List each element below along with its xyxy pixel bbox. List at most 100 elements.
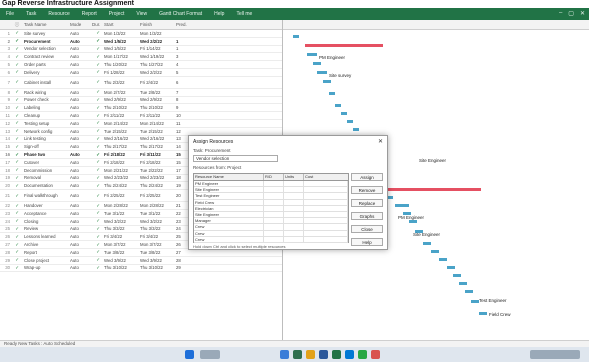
table-row[interactable]: 4 ✓ Contract review Auto ✓ Mon 1/17/22 Wed 1/1… [0, 53, 282, 62]
gantt-summary-bar[interactable] [379, 188, 481, 191]
gantt-bar[interactable] [465, 290, 473, 293]
close-icon[interactable]: ✕ [580, 10, 585, 17]
close-button[interactable]: Close [351, 225, 383, 233]
resource-cell [264, 211, 284, 218]
task-finish: Tue 2/22/22 [140, 167, 163, 173]
status-bar: Ready New Tasks : Auto Scheduled [0, 340, 589, 347]
table-row[interactable]: 2 ✓ Procurement Auto ✓ Wed 1/5/22 Wed 2/2/22 1 [0, 38, 282, 46]
task-finish: Fri 2/25/22 [140, 193, 161, 199]
dialog-close-icon[interactable]: ✕ [378, 138, 383, 145]
gantt-bar[interactable] [323, 80, 331, 83]
system-tray[interactable] [530, 350, 580, 359]
task-finish: Fri 1/14/22 [140, 46, 161, 52]
col-start[interactable]: Start [104, 22, 140, 27]
replace-button[interactable]: Replace [351, 199, 383, 207]
table-row[interactable]: 30 ✓ Wrap-up Auto ✓ Thu 3/10/22 Thu 3/10/22 29 [0, 265, 282, 273]
app-icon[interactable] [371, 350, 380, 359]
table-row[interactable]: 7 ✓ Cabinet install Auto ✓ Thu 2/3/22 Fri 2/4/… [0, 77, 282, 89]
col-duration[interactable]: Dur. [92, 22, 104, 27]
gantt-bar[interactable] [347, 120, 353, 123]
gantt-summary-bar[interactable] [305, 44, 383, 47]
table-row[interactable]: 5 ✓ Order parts Auto ✓ Thu 1/20/22 Thu 1/27/22… [0, 61, 282, 69]
task-finish: Wed 2/23/22 [140, 175, 165, 181]
gantt-bar[interactable] [447, 266, 455, 269]
app-icon[interactable] [293, 350, 302, 359]
gantt-bar[interactable] [335, 104, 341, 107]
task-flag-icon: ✓ [96, 159, 100, 165]
task-finish: Thu 1/27/22 [140, 62, 163, 68]
search-icon[interactable] [200, 350, 220, 359]
gantt-bar[interactable] [459, 282, 467, 285]
gantt-bar[interactable] [329, 92, 335, 95]
row-number: 8 [7, 89, 10, 95]
minimize-icon[interactable]: – [559, 10, 562, 17]
assign-button[interactable]: Assign [351, 173, 383, 181]
ribbon-tab-task[interactable]: Task [26, 11, 36, 17]
row-number: 28 [5, 249, 10, 255]
col-pred[interactable]: Pred. [176, 22, 190, 27]
ribbon-bar: File Task Resource Report Project View G… [0, 8, 589, 20]
folder-icon[interactable] [306, 350, 315, 359]
gantt-bar[interactable] [453, 274, 461, 277]
gantt-bar[interactable] [439, 258, 447, 261]
ribbon-search[interactable]: Tell me [236, 11, 252, 17]
ribbon-tab-view[interactable]: View [136, 11, 147, 17]
graphs-button[interactable]: Graphs [351, 212, 383, 220]
task-mode: Auto [70, 183, 79, 189]
table-row[interactable]: 1 ✓ Site survey Auto ✓ Mon 1/3/22 Mon 1/3/22 [0, 30, 282, 38]
gantt-bar[interactable] [409, 220, 417, 223]
ribbon-tab-format[interactable]: Gantt Chart Format [159, 11, 202, 17]
gantt-bar[interactable] [479, 312, 487, 315]
gantt-bar[interactable] [317, 71, 327, 74]
ribbon-tab-report[interactable]: Report [82, 11, 97, 17]
gantt-bar[interactable] [293, 35, 299, 38]
gantt-bar[interactable] [341, 112, 347, 115]
table-row[interactable]: 9 ✓ Power check Auto ✓ Wed 2/9/22 Wed 2/9/22 8 [0, 97, 282, 105]
gantt-bar[interactable] [471, 300, 479, 303]
task-flag-icon: ✓ [96, 174, 100, 180]
col-finish[interactable]: Finish [140, 22, 176, 27]
gantt-bar[interactable] [353, 128, 359, 131]
col-mode[interactable]: Mode [70, 22, 92, 27]
task-name: Report [24, 249, 37, 255]
task-finish: Fri 2/11/22 [140, 113, 161, 119]
task-finish: Thu 3/10/22 [140, 265, 163, 271]
table-row[interactable]: 6 ✓ Delivery Auto ✓ Fri 1/28/22 Wed 2/2/22 5 [0, 69, 282, 77]
table-row[interactable]: 12 ✓ Testing setup Auto ✓ Mon 2/14/22 Mon 2/14… [0, 120, 282, 128]
gantt-bar[interactable] [395, 204, 409, 207]
maximize-icon[interactable]: ▢ [568, 10, 574, 17]
task-mode-icon: ✓ [15, 167, 19, 173]
resource-cell [304, 230, 348, 236]
help-button[interactable]: Help [351, 238, 383, 246]
app-icon[interactable] [358, 350, 367, 359]
dialog-task-input[interactable]: Vendor selection [193, 155, 278, 162]
ribbon-tab-resource[interactable]: Resource [48, 11, 69, 17]
table-row[interactable]: 11 ✓ Cleanup Auto ✓ Fri 2/11/22 Fri 2/11/22 10 [0, 112, 282, 120]
ribbon-tab-file[interactable]: File [6, 11, 14, 17]
table-row[interactable]: 3 ✓ Vendor selection Auto ✓ Wed 1/5/22 Fri 1/1… [0, 46, 282, 54]
app-icon[interactable] [280, 350, 289, 359]
table-row[interactable]: 28 ✓ Report Auto ✓ Tue 3/8/22 Tue 3/8/22 27 [0, 249, 282, 257]
start-icon[interactable] [185, 350, 194, 359]
resource-cell [284, 181, 304, 187]
resource-row[interactable]: Crew [194, 236, 348, 243]
ribbon-tab-project[interactable]: Project [109, 11, 125, 17]
task-mode-icon: ✓ [15, 45, 19, 51]
edge-icon[interactable] [345, 350, 354, 359]
table-row[interactable]: 29 ✓ Close project Auto ✓ Wed 3/9/22 Wed 3/9/2… [0, 257, 282, 265]
task-name: Review [24, 226, 39, 232]
task-start: Mon 2/14/22 [104, 120, 128, 126]
table-row[interactable]: 10 ✓ Labeling Auto ✓ Thu 2/10/22 Thu 2/10/22 9 [0, 104, 282, 113]
gantt-bar[interactable] [431, 250, 439, 253]
task-mode: Auto [70, 242, 79, 248]
app-icon[interactable] [319, 350, 328, 359]
remove-button[interactable]: Remove [351, 186, 383, 194]
col-task-name[interactable]: Task Name [22, 22, 70, 27]
task-mode-icon: ✓ [15, 202, 19, 208]
table-row[interactable]: 8 ✓ Rack wiring Auto ✓ Mon 2/7/22 Tue 2/8/22 7 [0, 89, 282, 97]
gantt-bar[interactable] [307, 53, 317, 56]
project-app-icon[interactable] [332, 350, 341, 359]
gantt-bar[interactable] [423, 242, 431, 245]
ribbon-tab-help[interactable]: Help [214, 11, 224, 17]
gantt-bar[interactable] [313, 62, 321, 65]
